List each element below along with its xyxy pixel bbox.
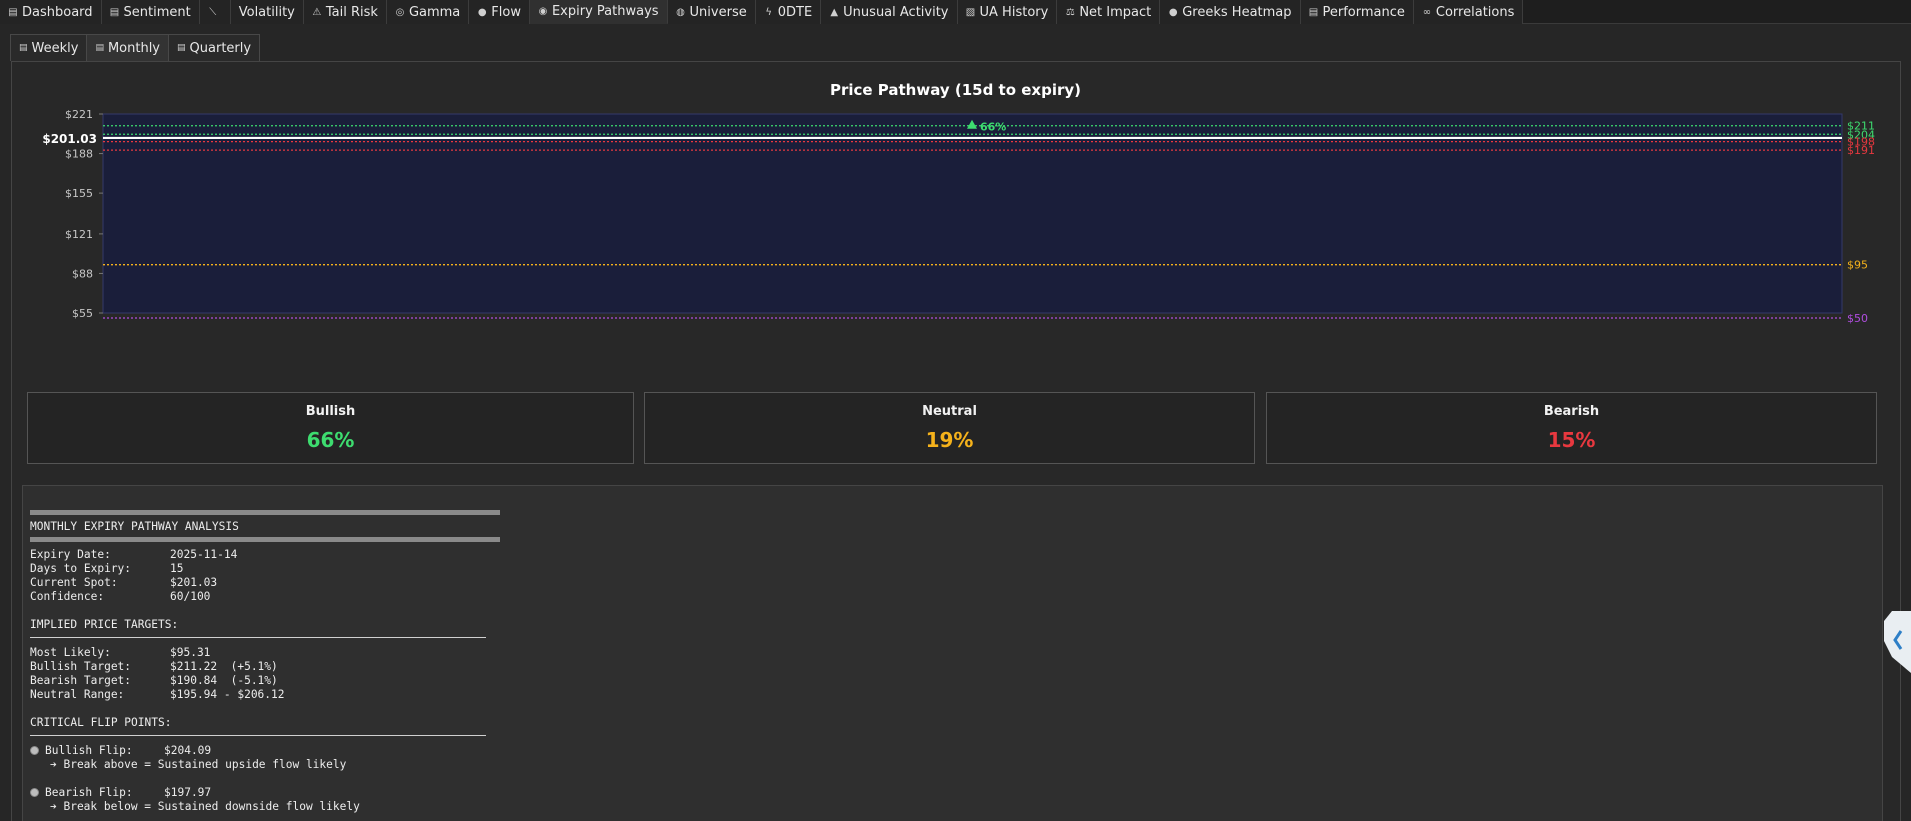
row-value: $211.22 (+5.1%) — [170, 660, 278, 673]
price-pathway-chart: $221$188$155$121$88$55$211$204$198$191$9… — [42, 108, 1875, 325]
row-value: 2025-11-14 — [170, 548, 238, 561]
flip-row: Bearish Flip: $197.97 — [30, 786, 211, 800]
flip-note: ➔ Break below = Sustained downside flow … — [50, 800, 360, 813]
row-value: $197.97 — [164, 786, 212, 799]
row-value: $195.94 - $206.12 — [170, 688, 285, 701]
row-value: $95.31 — [170, 646, 211, 659]
bullish-card: Bullish 66% — [27, 392, 634, 464]
divider — [30, 510, 500, 515]
target-row: Bullish Target: $211.22 (+5.1%) — [30, 660, 278, 674]
row-value: 15 — [170, 562, 184, 575]
divider — [30, 735, 486, 736]
y-tick-label: $88 — [72, 267, 93, 280]
spot-label: $201.03 — [42, 132, 97, 146]
row-key: Bearish Target: — [30, 674, 132, 687]
target-row: Bearish Target: $190.84 (-5.1%) — [30, 674, 278, 688]
row-key: Neutral Range: — [30, 688, 125, 701]
target-row: Neutral Range: $195.94 - $206.12 — [30, 688, 285, 702]
bearish-probability: 15% — [1547, 428, 1596, 452]
target-row: Most Likely: $95.31 — [30, 646, 210, 660]
flip-heading: CRITICAL FLIP POINTS: — [30, 716, 172, 729]
summary-row: Current Spot: $201.03 — [30, 576, 217, 590]
level-label: $95 — [1847, 259, 1868, 272]
bullish-probability: 66% — [306, 428, 355, 452]
flip-note: ➔ Break above = Sustained upside flow li… — [50, 758, 347, 771]
row-key: Expiry Date: — [30, 548, 111, 561]
summary-row: Expiry Date: 2025-11-14 — [30, 548, 237, 562]
row-value: $201.03 — [170, 576, 218, 589]
row-key: Bearish Flip: — [45, 786, 133, 799]
y-tick-label: $221 — [65, 108, 93, 121]
level-label: $191 — [1847, 144, 1875, 157]
y-tick-label: $188 — [65, 148, 93, 161]
y-tick-label: $55 — [72, 307, 93, 320]
analysis-report: MONTHLY EXPIRY PATHWAY ANALYSIS Expiry D… — [22, 485, 1883, 821]
summary-row: Confidence: 60/100 — [30, 590, 210, 604]
bearish-card: Bearish 15% — [1266, 392, 1877, 464]
row-key: Most Likely: — [30, 646, 111, 659]
bullet-icon — [30, 788, 39, 797]
flip-row: Bullish Flip: $204.09 — [30, 744, 211, 758]
collapse-panel-handle[interactable] — [1884, 611, 1911, 673]
row-key: Bullish Target: — [30, 660, 132, 673]
row-value: $190.84 (-5.1%) — [170, 674, 278, 687]
bullish-label: Bullish — [305, 404, 356, 419]
y-tick-label: $155 — [65, 187, 93, 200]
divider — [30, 637, 486, 638]
row-key: Confidence: — [30, 590, 105, 603]
row-value: $204.09 — [164, 744, 212, 757]
bullet-icon — [30, 746, 39, 755]
row-key: Days to Expiry: — [30, 562, 132, 575]
neutral-probability: 19% — [925, 428, 974, 452]
y-tick-label: $121 — [65, 228, 93, 241]
targets-heading: IMPLIED PRICE TARGETS: — [30, 618, 179, 631]
summary-row: Days to Expiry: 15 — [30, 562, 183, 576]
row-key: Current Spot: — [30, 576, 118, 589]
plot-area — [102, 113, 1843, 314]
analysis-heading: MONTHLY EXPIRY PATHWAY ANALYSIS — [30, 520, 239, 533]
row-value: 60/100 — [170, 590, 211, 603]
divider — [30, 537, 500, 542]
neutral-card: Neutral 19% — [644, 392, 1255, 464]
level-label: $50 — [1847, 312, 1868, 325]
row-key: Bullish Flip: — [45, 744, 133, 757]
marker-label: 66% — [980, 121, 1006, 134]
bearish-label: Bearish — [1543, 404, 1600, 419]
neutral-label: Neutral — [922, 404, 977, 419]
